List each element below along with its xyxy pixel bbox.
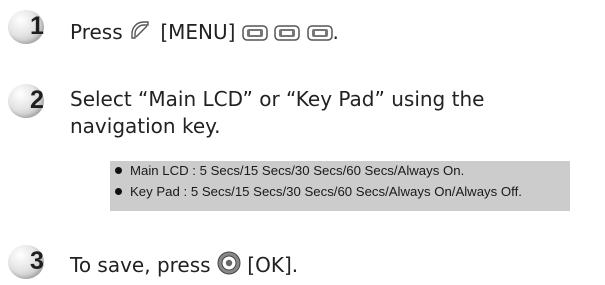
step-3-text-before: To save, press <box>70 253 217 277</box>
note-text: Key Pad : 5 Secs/15 Secs/30 Secs/60 Secs… <box>130 184 522 199</box>
step-3-text-after: . <box>291 253 299 277</box>
bullet-icon <box>115 167 122 174</box>
step-2-instruction: Select “Main LCD” or “Key Pad” using the… <box>70 86 484 140</box>
menu-key-icon <box>129 19 151 48</box>
menu-icon <box>274 22 300 49</box>
step-number: 1 <box>30 12 44 40</box>
bullet-icon <box>115 188 122 195</box>
menu-key-label: [MENU] <box>160 20 236 44</box>
step-1-instruction: Press [MENU] . <box>70 19 339 49</box>
note-text: Main LCD : 5 Secs/15 Secs/30 Secs/60 Sec… <box>130 163 465 178</box>
step-2-line-2: navigation key. <box>70 114 221 138</box>
ok-key-icon <box>217 251 241 282</box>
step-number: 3 <box>30 247 44 275</box>
ok-key-label: [OK] <box>247 253 292 277</box>
step-1-text-after: . <box>332 20 339 44</box>
step-1-text-before: Press <box>70 20 129 44</box>
step-number: 2 <box>30 86 44 114</box>
step-3-instruction: To save, press [OK]. <box>70 251 298 282</box>
menu-icon <box>306 22 333 49</box>
step-2-line-1: Select “Main LCD” or “Key Pad” using the <box>70 87 485 111</box>
menu-icon <box>242 22 268 49</box>
